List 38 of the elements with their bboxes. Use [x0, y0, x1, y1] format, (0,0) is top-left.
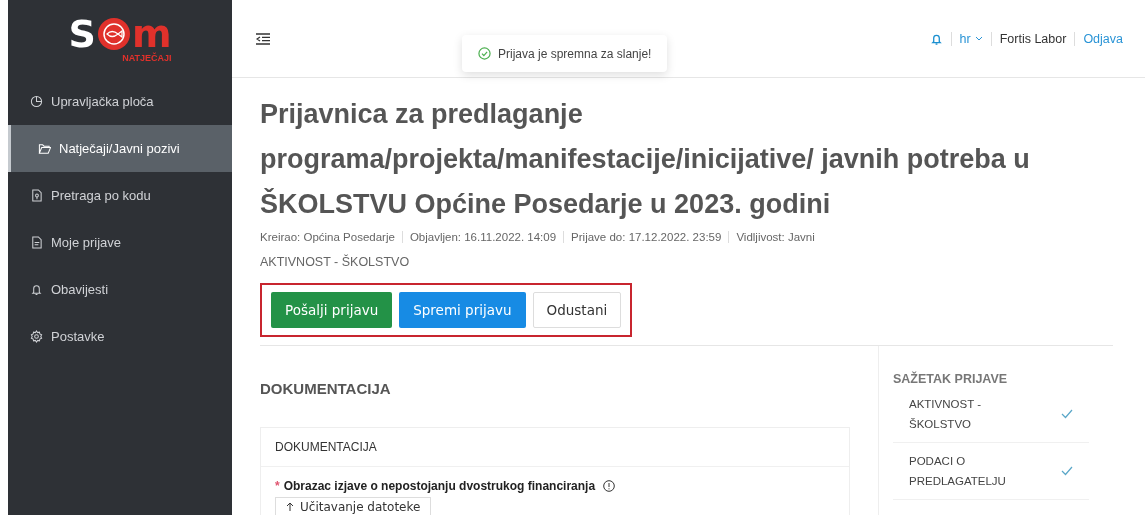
- chevron-down-icon: [974, 35, 983, 42]
- action-button[interactable]: Spremi prijavu: [399, 292, 526, 328]
- toast-message: Prijava je spremna za slanje!: [462, 35, 668, 72]
- user-name: Fortis Labor: [999, 31, 1067, 46]
- sidebar-item[interactable]: Moje prijave: [8, 219, 232, 266]
- sidebar-item[interactable]: Postavke: [8, 313, 232, 360]
- sidebar-item[interactable]: Natječaji/Javni pozivi: [8, 125, 232, 172]
- menu-icon[interactable]: [256, 32, 270, 45]
- meta-info: Vidljivost: Javni: [736, 231, 815, 243]
- action-button[interactable]: Pošalji prijavu: [271, 292, 393, 328]
- field-label: Obrazac izjave o nepostojanju dvostrukog financiranja: [283, 479, 596, 493]
- pie-icon: [30, 95, 43, 108]
- sidebar-item[interactable]: Upravljačka ploča: [8, 78, 232, 125]
- file-search-icon: [30, 189, 43, 202]
- language-selector[interactable]: hr: [959, 31, 983, 46]
- meta-info: Prijave do: 17.12.2022. 23:59: [571, 231, 722, 243]
- required-mark: *: [275, 479, 280, 493]
- card-title: DOKUMENTACIJA: [261, 428, 849, 467]
- info-icon[interactable]: [603, 480, 616, 492]
- section-heading: DOKUMENTACIJA: [260, 380, 392, 397]
- category-label: AKTIVNOST - ŠKOLSTVO: [260, 255, 411, 269]
- folder-icon: [38, 142, 51, 155]
- upload-button[interactable]: Učitavanje datoteke: [275, 497, 432, 515]
- check-circle-icon: [478, 47, 491, 60]
- meta-info: Objavljen: 16.11.2022. 14:09: [409, 231, 557, 243]
- sidebar-item[interactable]: Obavijesti: [8, 266, 232, 313]
- summary-item[interactable]: AKTIVNOST - ŠKOLSTVO: [909, 394, 1009, 434]
- summary-item[interactable]: PODACI O PREDLAGATELJU: [909, 451, 1009, 491]
- action-button[interactable]: Odustani: [532, 292, 622, 328]
- upload-icon: [286, 502, 294, 512]
- sidebar-item[interactable]: Pretraga po kodu: [8, 172, 232, 219]
- gear-icon: [30, 330, 43, 343]
- file-icon: [30, 236, 43, 249]
- meta-info: Kreirao: Općina Posedarje: [260, 231, 395, 243]
- summary-heading: SAŽETAK PRIJAVE: [893, 372, 1009, 386]
- logo: S m NATJEČAJI: [68, 15, 172, 63]
- page-title: Prijavnica za predlaganje programa/projekta/manifestacije/inicijative/ javnih potreba u ŠKOLSTVU Općine Posedarje u 2023. godini: [260, 98, 1031, 221]
- bell-icon: [30, 283, 43, 296]
